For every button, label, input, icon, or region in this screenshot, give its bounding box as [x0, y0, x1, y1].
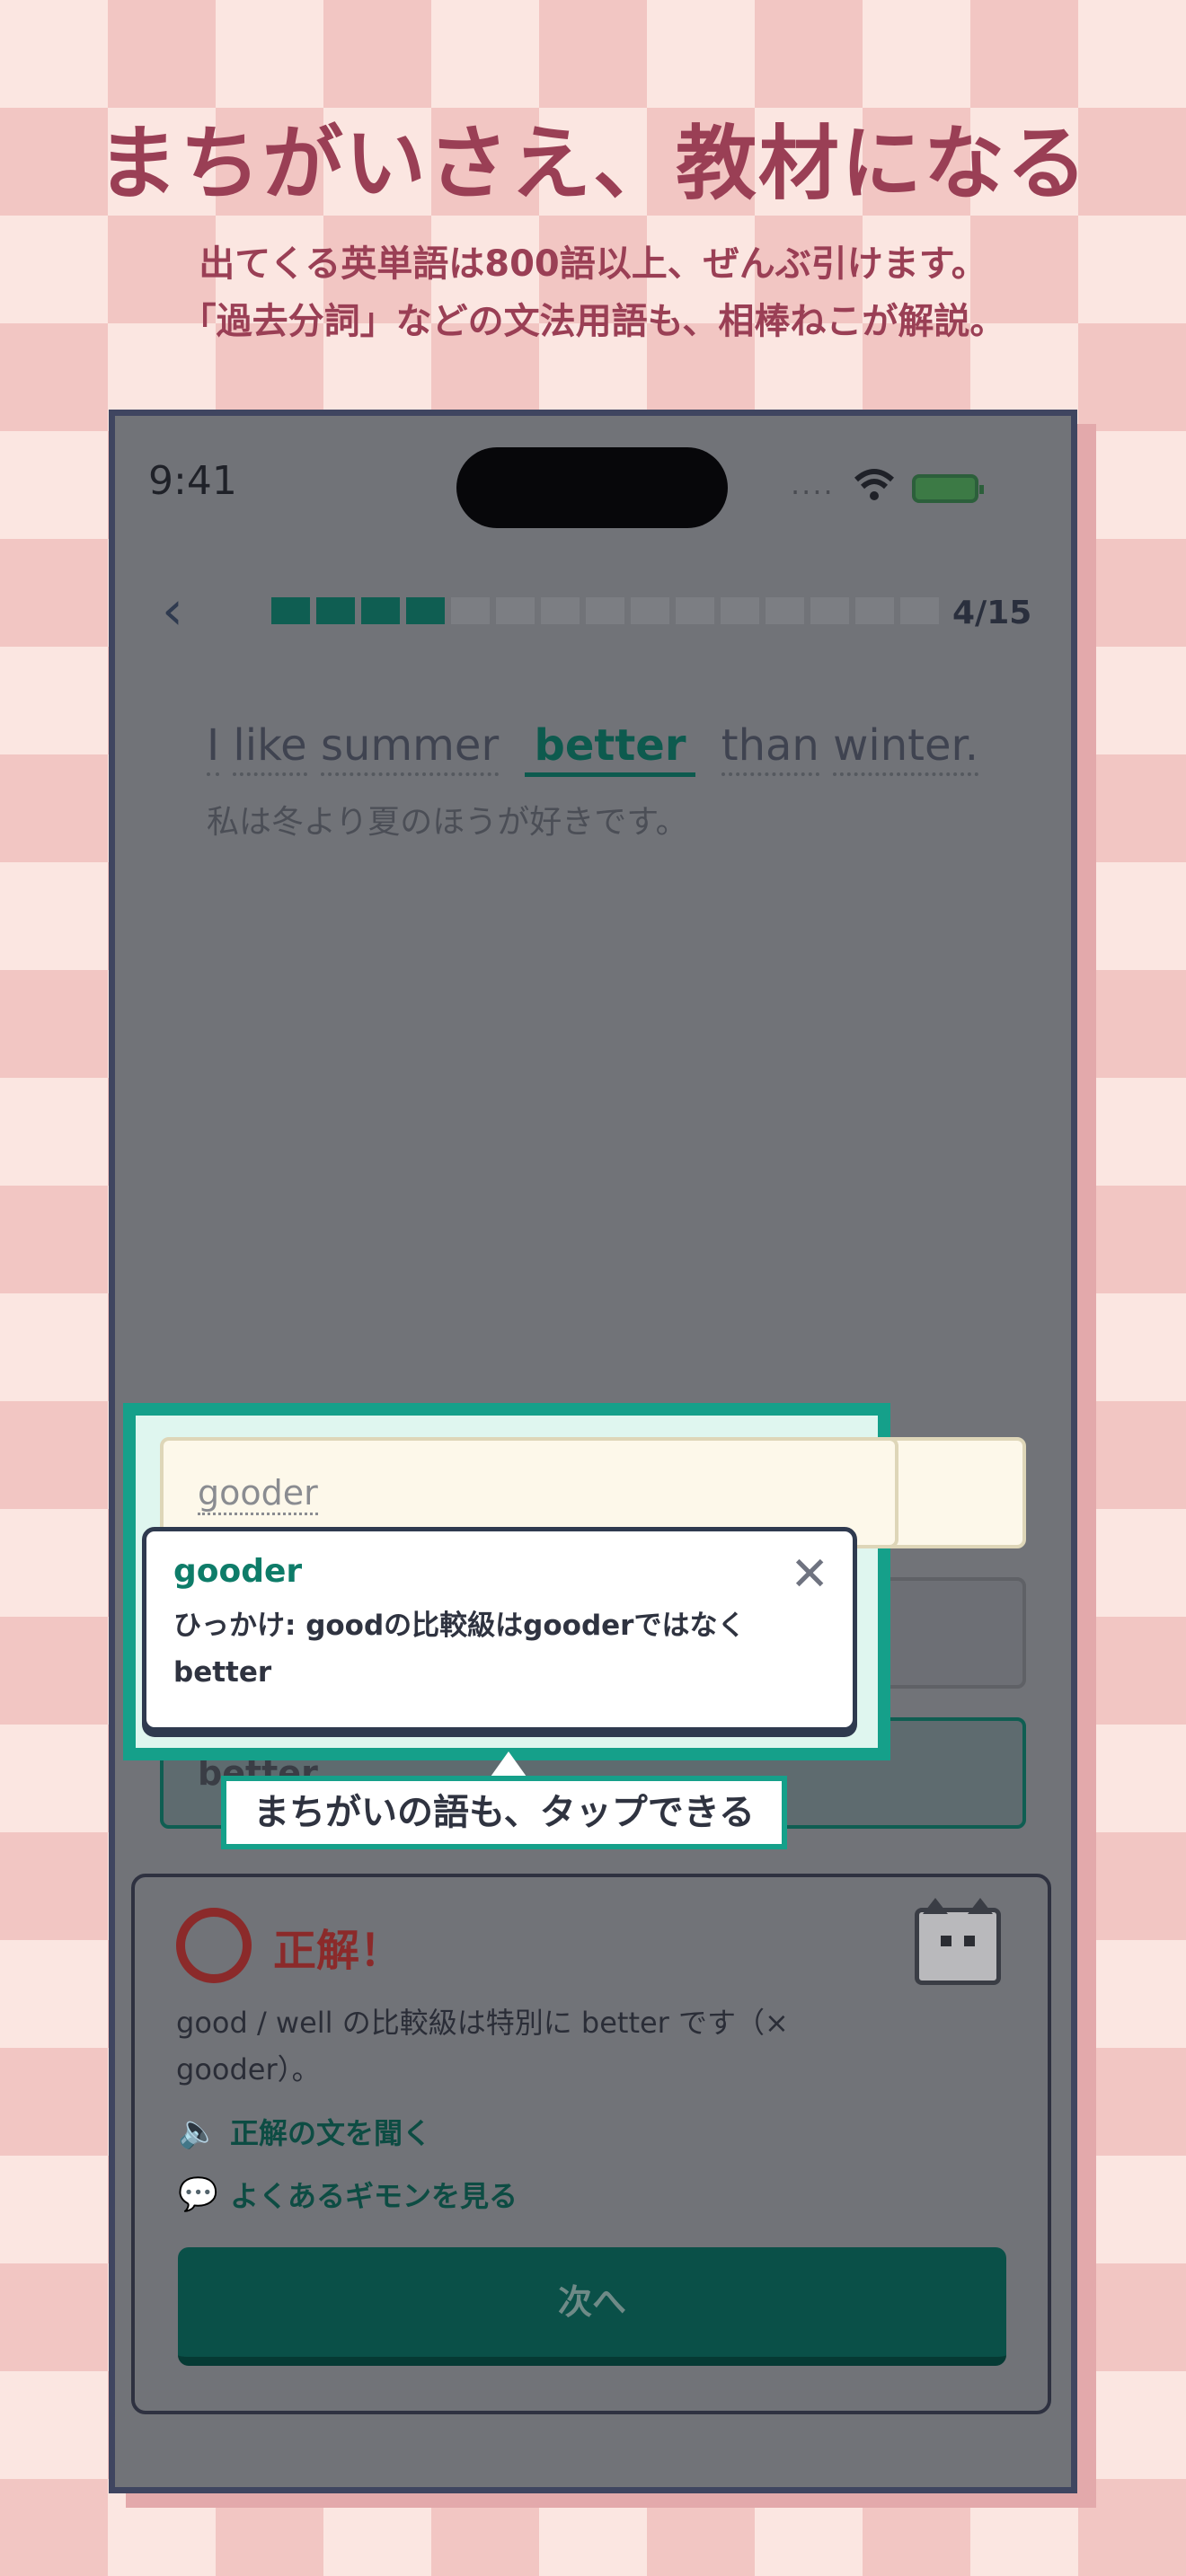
status-time: 9:41: [148, 458, 237, 504]
word-tooltip: gooder ひっかけ: goodの比較級はgooderではなく better …: [142, 1527, 857, 1732]
progress-segment: [271, 597, 310, 624]
word-winter[interactable]: winter.: [833, 720, 979, 776]
promo-headline: まちがいさえ、教材になる: [97, 117, 1089, 211]
next-button[interactable]: 次へ: [178, 2247, 1006, 2366]
dynamic-island: [456, 447, 728, 528]
progress-segment: [855, 597, 894, 624]
wifi-icon: [854, 469, 895, 500]
feedback-explanation: good / well の比較級は特別に better です（× gooder）…: [176, 1999, 859, 2093]
promo-subtitle-2: 「過去分詞」などの文法用語も、相棒ねこが解説。: [180, 301, 1006, 342]
progress-segment: [810, 597, 849, 624]
quiz-sentence: I like summer better than winter.: [207, 720, 979, 777]
progress-segment: [586, 597, 624, 624]
listen-sentence-link[interactable]: 🔈 正解の文を聞く: [178, 2111, 431, 2152]
progress-segment: [721, 597, 759, 624]
word-like[interactable]: like: [233, 720, 307, 776]
progress-bar: [271, 597, 939, 624]
feedback-explanation-line-2: gooder）。: [176, 2052, 321, 2086]
word-than[interactable]: than: [721, 720, 819, 776]
progress-segment: [316, 597, 355, 624]
progress-segment: [541, 597, 580, 624]
progress-label: 4/15: [952, 595, 1032, 631]
callout-arrow: [491, 1751, 527, 1777]
progress-segment: [631, 597, 669, 624]
signal-dots-icon: ....: [791, 467, 835, 501]
progress-segment: [496, 597, 535, 624]
feedback-title: 正解！: [273, 1926, 403, 1976]
word-summer[interactable]: summer: [320, 720, 500, 776]
progress-segment: [451, 597, 490, 624]
progress-segment: [406, 597, 445, 624]
listen-sentence-label: 正解の文を聞く: [230, 2116, 432, 2150]
sentence-translation: 私は冬より夏のほうが好きです。: [207, 804, 688, 841]
battery-charging-icon: [912, 474, 984, 503]
progress-segment: [900, 597, 939, 624]
tooltip-body-line-1: ひっかけ: goodの比較級はgooderではなく: [173, 1610, 746, 1642]
back-chevron-icon[interactable]: ‹: [162, 584, 198, 638]
speaker-icon: 🔈: [178, 2113, 218, 2150]
faq-link[interactable]: 💬 よくあるギモンを見る: [178, 2174, 518, 2215]
word-i[interactable]: I: [207, 720, 220, 776]
tooltip-body: ひっかけ: goodの比較級はgooderではなく better: [173, 1602, 826, 1696]
close-icon[interactable]: ✕: [790, 1551, 829, 1598]
progress-segment: [676, 597, 714, 624]
answer-word[interactable]: better: [525, 720, 695, 777]
correct-circle-icon: [176, 1908, 252, 1983]
option-gooder-text[interactable]: gooder: [198, 1473, 318, 1515]
cat-mascot-icon: [915, 1898, 1001, 1985]
promo-subtitle-1: 出てくる英単語は800語以上、ぜんぶ引けます。: [199, 243, 987, 285]
feedback-explanation-line-1: good / well の比較級は特別に better です（×: [176, 2006, 789, 2040]
faq-label: よくあるギモンを見る: [230, 2179, 518, 2213]
tooltip-title: gooder: [173, 1553, 303, 1590]
callout-label: まちがいの語も、タップできる: [221, 1776, 787, 1849]
progress-segment: [361, 597, 400, 624]
progress-segment: [766, 597, 804, 624]
chat-bubble-icon: 💬: [178, 2176, 218, 2213]
tooltip-body-line-2: better: [173, 1656, 272, 1689]
